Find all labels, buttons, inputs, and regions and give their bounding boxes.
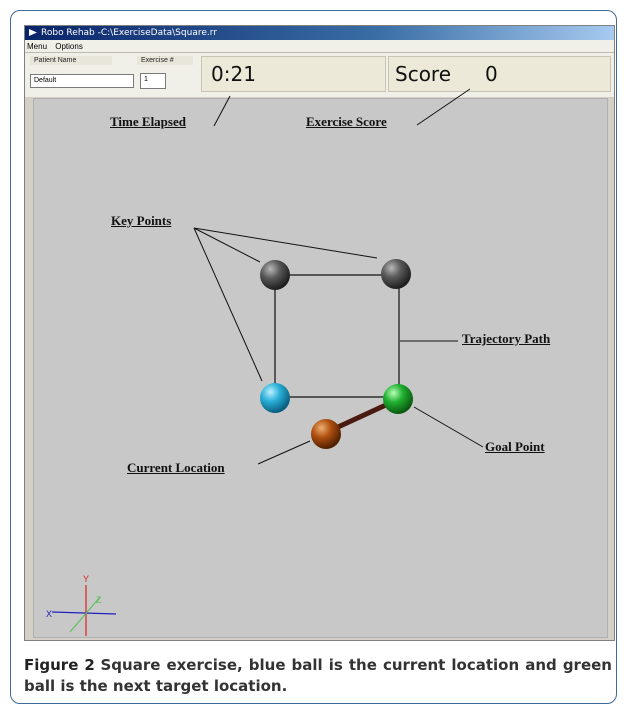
label-current-location: Current Location bbox=[127, 460, 225, 475]
trajectory-square bbox=[274, 274, 400, 398]
callout-lines bbox=[193, 88, 484, 465]
label-goal-point: Goal Point bbox=[485, 439, 545, 454]
current-location-ball bbox=[311, 419, 341, 449]
label-exercise-score: Exercise Score bbox=[306, 114, 387, 129]
scene-overlay: Y X Z bbox=[46, 88, 484, 636]
goal-point-green bbox=[383, 384, 413, 414]
label-trajectory-path: Trajectory Path bbox=[462, 331, 551, 346]
current-key-point-blue bbox=[260, 383, 290, 413]
caption-text: Square exercise, blue ball is the curren… bbox=[24, 656, 612, 695]
axis-gizmo: Y X Z bbox=[46, 574, 117, 636]
key-point-top-left bbox=[260, 260, 290, 290]
label-time-elapsed: Time Elapsed bbox=[110, 114, 186, 129]
caption-label: Figure 2 bbox=[24, 656, 95, 674]
axis-label-y: Y bbox=[83, 574, 89, 584]
figure-caption: Figure 2 Square exercise, blue ball is t… bbox=[24, 655, 612, 697]
label-key-points: Key Points bbox=[111, 213, 172, 228]
axis-label-z: Z bbox=[96, 595, 102, 605]
key-point-top-right bbox=[381, 259, 411, 289]
axis-label-x: X bbox=[46, 609, 52, 619]
